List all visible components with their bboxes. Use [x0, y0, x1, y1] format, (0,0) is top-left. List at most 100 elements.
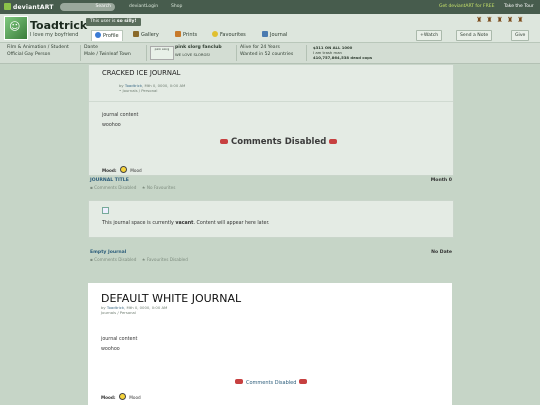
profile-info-bar: Film & Animation / Student Official Gay P…: [0, 43, 540, 64]
top-nav-bar: deviantART Search deviantLogin Shop Get …: [0, 0, 540, 14]
journal-category[interactable]: Journals / Personal: [101, 310, 136, 315]
get-free-link[interactable]: Get deviantART for FREE: [439, 4, 494, 9]
mood-value: Mood: [130, 168, 142, 173]
vacant-message: This journal space is currently vacant. …: [102, 221, 270, 226]
tab-label: Profile: [103, 33, 119, 39]
user-tagline: I love my boyfriend: [30, 32, 79, 38]
avatar-image: ☺: [9, 20, 21, 33]
comments-disabled: Comments Disabled: [232, 379, 310, 386]
body-line2: woohoo: [102, 123, 121, 128]
give-button[interactable]: Give: [511, 30, 530, 41]
group-title: pink slorg fanclub: [175, 45, 222, 50]
footer-sub: ▪ Comments Disabled ★ No Favourites: [90, 185, 176, 190]
empty-journal-link[interactable]: Empty Journal: [90, 250, 126, 255]
comments-disabled: Comments Disabled: [217, 137, 340, 147]
real-name: Dante: [84, 45, 98, 50]
footer-sub: ▪ Comments Disabled ★ Favourites Disable…: [90, 257, 188, 262]
tab-label: Prints: [183, 32, 198, 38]
smiley-icon: [119, 166, 127, 173]
journal-footer-1: JOURNAL TITLE Month 0 ▪ Comments Disable…: [90, 178, 452, 190]
take-tour-link[interactable]: Take the Tour: [504, 4, 534, 9]
deviantart-logo[interactable]: deviantART: [4, 3, 54, 11]
smiley-icon: [118, 393, 126, 400]
journal-icon: [262, 31, 268, 37]
deviantart-icon: [4, 3, 11, 10]
group-badge: pink slorg: [150, 46, 174, 60]
journal-month: Month 0: [430, 178, 452, 183]
stat-3: 410,757,864,538 dead cops: [313, 55, 373, 60]
journal-body: journal content woohoo: [102, 113, 138, 128]
age-info: Alive for 24 Years Wanted in 52 countries: [240, 45, 293, 58]
tab-profile[interactable]: Profile: [91, 30, 123, 41]
tab-label: Favourites: [220, 32, 246, 38]
favourites-text: No Favourites: [146, 185, 176, 190]
empty-journal-panel: This journal space is currently vacant. …: [88, 200, 454, 238]
journal-title-link[interactable]: JOURNAL TITLE: [90, 178, 129, 183]
avatar[interactable]: ☺: [4, 16, 28, 40]
mood-row: Mood: Mood: [101, 393, 141, 400]
role-info: Film & Animation / Student Official Gay P…: [7, 45, 69, 58]
vacant-bold: vacant: [175, 221, 194, 226]
search-input[interactable]: Search: [60, 3, 115, 11]
divider: [306, 45, 307, 61]
mood-value: Mood: [129, 395, 141, 400]
mood-row: Mood: Mood: [102, 166, 142, 173]
gender-location: Male / Twinleaf Town: [84, 51, 131, 57]
nav-shop[interactable]: Shop: [171, 4, 182, 9]
journal-date: No Date: [431, 250, 452, 255]
comments-disabled-text: Comments Disabled: [246, 380, 297, 386]
favourites-text: Favourites Disabled: [146, 257, 188, 262]
status-badge: This user is so silly!: [86, 18, 141, 26]
vacant-post: . Content will appear here later.: [193, 221, 270, 226]
journal-panel-cracked-ice: CRACKED ICE JOURNAL by Toadtrick, Mth 0,…: [88, 64, 454, 176]
divider: [89, 101, 453, 102]
comments-disabled-text: Comments Disabled: [94, 185, 137, 190]
tab-prints[interactable]: Prints: [172, 30, 200, 40]
journal-meta: by Toadtrick, Mth 0, 0000, 0:00 AM • Jou…: [119, 83, 186, 93]
journal-title: CRACKED ICE JOURNAL: [102, 69, 181, 77]
tab-favourites[interactable]: Favourites: [209, 30, 249, 40]
tab-label: Journal: [270, 32, 288, 38]
body-line2: woohoo: [101, 347, 120, 352]
mood-label: Mood:: [102, 168, 117, 173]
comments-disabled-icon: [299, 379, 308, 384]
status-bold: so silly!: [116, 19, 137, 24]
vacant-pre: This journal space is currently: [102, 221, 174, 226]
body-line1: journal content: [101, 337, 138, 342]
mood-label: Mood:: [101, 395, 116, 400]
nav-deviantlogin[interactable]: deviantLogin: [129, 4, 158, 9]
comments-disabled-text: Comments Disabled: [231, 137, 327, 147]
comments-disabled-icon: [220, 139, 228, 144]
comments-disabled-text: Comments Disabled: [94, 257, 137, 262]
prints-icon: [175, 31, 181, 37]
profile-icon: [95, 32, 101, 38]
tab-gallery[interactable]: Gallery: [130, 30, 162, 40]
stats-info: $311 ON ALL 1000 I am trash man 410,757,86…: [313, 45, 372, 60]
divider: [146, 45, 147, 61]
search-label: Search: [95, 4, 111, 9]
role-line2: Official Gay Person: [7, 51, 51, 57]
group-info[interactable]: pink slorg fanclub WE LOVE SLORGS!: [175, 45, 222, 59]
username[interactable]: Toadtrick: [30, 19, 87, 32]
divider: [80, 45, 81, 61]
journal-meta: by Toadtrick, Mth 0, 0000, 0:00 AM Journ…: [101, 305, 168, 315]
journal-title: DEFAULT WHITE JOURNAL: [101, 292, 242, 305]
divider: [236, 45, 237, 61]
watch-button[interactable]: +Watch: [416, 30, 443, 41]
wanted-text: Wanted in 52 countries: [240, 51, 294, 57]
status-text: This user is: [90, 19, 116, 24]
comments-disabled-icon: [235, 379, 243, 384]
star-icon: [212, 31, 218, 37]
alive-text: Alive for 24 Years: [240, 45, 280, 50]
journal-footer-2: Empty Journal No Date ▪ Comments Disable…: [90, 250, 452, 262]
logo-text: deviantART: [13, 4, 54, 11]
comments-disabled-icon: [329, 139, 338, 144]
journal-category[interactable]: Journals / Personal: [122, 88, 157, 93]
group-badge-text: pink slorg: [154, 47, 170, 51]
send-note-button[interactable]: Send a Note: [456, 30, 493, 41]
group-sub: WE LOVE SLORGS!: [175, 51, 211, 57]
tab-journal[interactable]: Journal: [259, 30, 290, 40]
body-line1: journal content: [102, 113, 139, 118]
profile-tool-icons: ♜♜♜♜♜: [476, 16, 528, 24]
role-line1: Film & Animation / Student: [7, 45, 69, 50]
